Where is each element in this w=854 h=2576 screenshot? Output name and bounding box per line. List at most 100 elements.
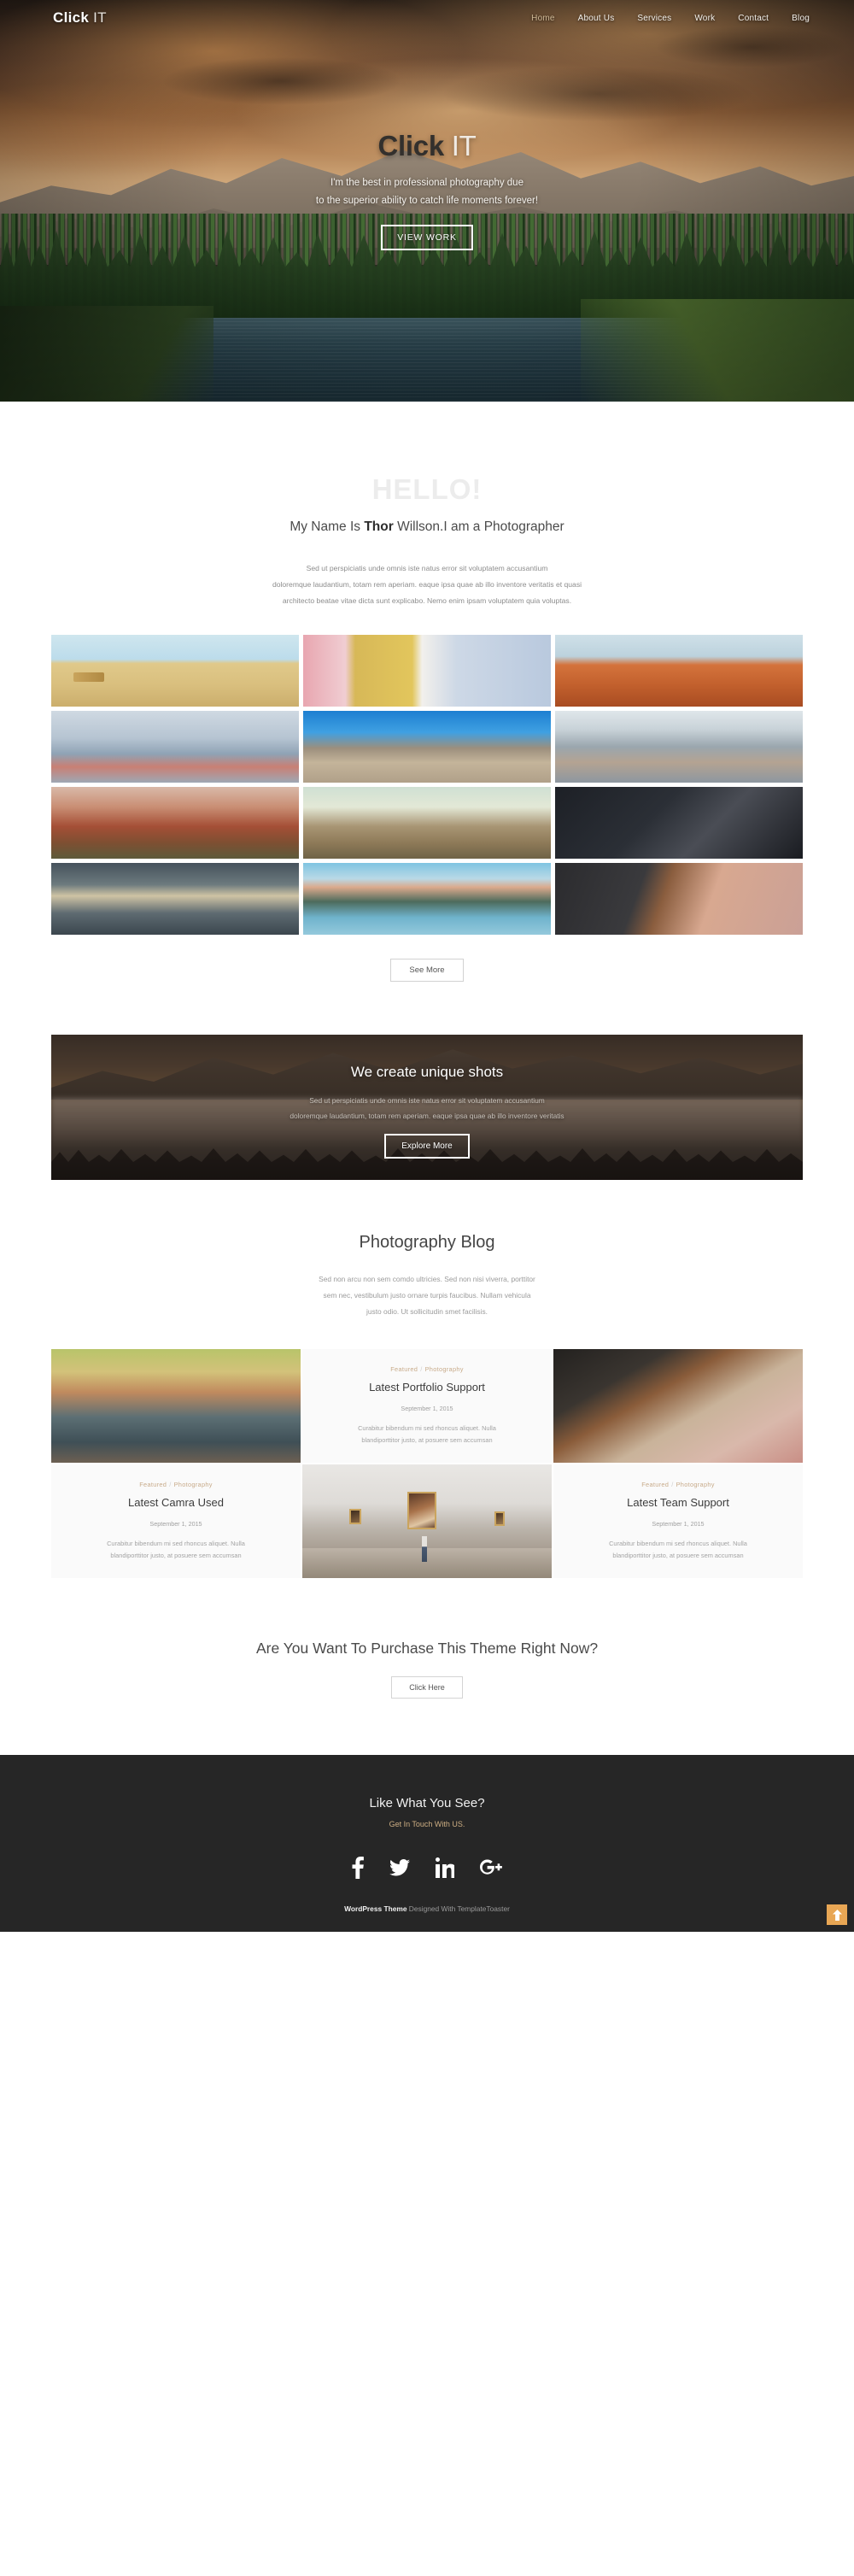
gallery-item-person-jumping-on-mountain[interactable]	[303, 787, 551, 859]
blog-image-child-on-shoulders-street-crowd[interactable]	[51, 1349, 301, 1463]
footer-credit-bold: WordPress Theme	[344, 1904, 407, 1913]
blog-category: Featured / Photography	[390, 1365, 464, 1373]
blog-category-featured[interactable]: Featured	[139, 1481, 167, 1488]
blog-post-excerpt-line1: Curabitur bibendum mi sed rhoncus alique…	[107, 1540, 245, 1547]
logo-light-text: IT	[89, 9, 107, 26]
footer-subtitle[interactable]: Get In Touch With US.	[0, 1820, 854, 1828]
about-section: HELLO! My Name Is Thor Willson.I am a Ph…	[0, 402, 854, 609]
gallery-item-fashion-model-fur-collar[interactable]	[555, 787, 803, 859]
nav-item-services[interactable]: Services	[637, 14, 671, 23]
parallax-paragraph-line1: Sed ut perspiciatis unde omnis iste natu…	[309, 1096, 545, 1105]
blog-category: Featured / Photography	[641, 1481, 715, 1488]
blog-post-excerpt: Curabitur bibendum mi sed rhoncus alique…	[107, 1538, 245, 1562]
footer-credit-rest: Designed With TemplateToaster	[407, 1904, 510, 1913]
nav-item-home[interactable]: Home	[531, 14, 554, 23]
see-more-button[interactable]: See More	[390, 959, 464, 982]
about-paragraph: Sed ut perspiciatis unde omnis iste natu…	[128, 560, 726, 609]
about-name-line: My Name Is Thor Willson.I am a Photograp…	[0, 519, 854, 535]
hero-title-light: IT	[443, 130, 477, 161]
nav-item-blog[interactable]: Blog	[792, 14, 810, 23]
footer-credit: WordPress Theme Designed With TemplateTo…	[0, 1904, 854, 1913]
blog-category-separator: /	[671, 1481, 674, 1488]
painting-frame-center	[407, 1491, 437, 1529]
gallery-item-sunset-over-mountain-lake[interactable]	[51, 863, 299, 935]
gallery-item-backpacker-walking-busy-street[interactable]	[555, 711, 803, 783]
nav-item-contact[interactable]: Contact	[738, 14, 769, 23]
painting-frame-left	[349, 1508, 362, 1524]
hero-banner: Click IT Home About Us Services Work Con…	[0, 0, 854, 402]
blog-post-excerpt-line2: blandiporttitor justo, at posuere sem ac…	[361, 1436, 493, 1444]
gallery-item-photographer-holding-camera-suit[interactable]	[555, 863, 803, 935]
blog-header: Photography Blog Sed non arcu non sem co…	[0, 1180, 854, 1320]
blog-category-photography[interactable]: Photography	[676, 1481, 715, 1488]
blog-post-heading[interactable]: Latest Team Support	[627, 1496, 729, 1509]
blog-post-heading[interactable]: Latest Camra Used	[128, 1496, 224, 1509]
gallery-item-hands-forming-heart-denim[interactable]	[303, 635, 551, 707]
nav-links: Home About Us Services Work Contact Blog	[531, 14, 810, 23]
gallery-item-person-on-red-rock-canyon[interactable]	[555, 635, 803, 707]
blog-category-featured[interactable]: Featured	[390, 1365, 418, 1373]
scroll-to-top-button[interactable]	[827, 1904, 847, 1925]
hero-subtitle-line2: to the superior ability to catch life mo…	[315, 196, 539, 206]
gallery-section: See More	[0, 635, 854, 982]
gallery-item-color-run-festival-runners[interactable]	[51, 711, 299, 783]
parallax-paragraph-line2: doloremque laudantium, totam rem aperiam…	[290, 1112, 564, 1120]
blog-grid: Featured / Photography Latest Portfolio Su…	[51, 1349, 803, 1578]
view-work-button[interactable]: VIEW WORK	[381, 225, 473, 250]
about-paragraph-line1: Sed ut perspiciatis unde omnis iste natu…	[306, 564, 548, 572]
blog-post-excerpt-line1: Curabitur bibendum mi sed rhoncus alique…	[358, 1424, 496, 1432]
click-here-button[interactable]: Click Here	[391, 1676, 463, 1699]
about-name-pre: My Name Is	[290, 519, 365, 534]
blog-category-separator: /	[420, 1365, 423, 1373]
gallery-item-man-facing-reflective-lake[interactable]	[303, 863, 551, 935]
blog-image-man-in-suit-holding-camera[interactable]	[553, 1349, 803, 1463]
hero-title: Click IT	[378, 130, 477, 162]
arrow-up-icon	[832, 1909, 842, 1921]
nav-item-work[interactable]: Work	[694, 14, 715, 23]
blog-card-latest-team-support[interactable]: Featured / Photography Latest Team Support…	[553, 1464, 803, 1578]
linkedin-icon[interactable]	[436, 1857, 454, 1878]
blog-card-latest-portfolio-support[interactable]: Featured / Photography Latest Portfolio Su…	[302, 1349, 552, 1463]
blog-section: Photography Blog Sed non arcu non sem co…	[0, 1180, 854, 1578]
blog-category-photography[interactable]: Photography	[174, 1481, 213, 1488]
blog-post-excerpt: Curabitur bibendum mi sed rhoncus alique…	[358, 1423, 496, 1446]
blog-post-date: September 1, 2015	[401, 1405, 453, 1412]
footer-title: Like What You See?	[369, 1796, 485, 1810]
blog-category: Featured / Photography	[139, 1481, 213, 1488]
blog-post-date: September 1, 2015	[149, 1520, 202, 1528]
social-links	[0, 1857, 854, 1879]
blog-card-latest-camra-used[interactable]: Featured / Photography Latest Camra Used S…	[51, 1464, 301, 1578]
blog-post-excerpt-line2: blandiporttitor justo, at posuere sem ac…	[612, 1552, 744, 1559]
blog-category-separator: /	[169, 1481, 172, 1488]
blog-post-excerpt-line1: Curabitur bibendum mi sed rhoncus alique…	[609, 1540, 747, 1547]
nav-item-about-us[interactable]: About Us	[578, 14, 615, 23]
about-paragraph-line3: architecto beatae vitae dicta sunt expli…	[282, 596, 572, 605]
site-logo[interactable]: Click IT	[53, 9, 107, 26]
gallery-item-autumn-forest-red-leaves[interactable]	[51, 787, 299, 859]
gallery-item-hay-bales-tractor-wheat-field[interactable]	[51, 635, 299, 707]
parallax-paragraph: Sed ut perspiciatis unde omnis iste natu…	[154, 1093, 700, 1124]
blog-category-featured[interactable]: Featured	[641, 1481, 669, 1488]
blog-post-heading[interactable]: Latest Portfolio Support	[369, 1381, 485, 1394]
see-more-wrapper: See More	[0, 959, 854, 982]
parallax-section: We create unique shots Sed ut perspiciat…	[51, 1035, 803, 1180]
twitter-icon[interactable]	[389, 1859, 410, 1876]
blog-post-date: September 1, 2015	[652, 1520, 705, 1528]
gallery-item-three-people-sitting-on-cliff[interactable]	[303, 711, 551, 783]
hello-heading: HELLO!	[371, 473, 483, 505]
about-name-bold: Thor	[364, 519, 394, 534]
explore-more-button[interactable]: Explore More	[384, 1134, 470, 1159]
top-navigation: Click IT Home About Us Services Work Con…	[0, 0, 854, 36]
blog-title: Photography Blog	[359, 1233, 495, 1252]
blog-subtitle: Sed non arcu non sem comdo ultricies. Se…	[188, 1271, 666, 1320]
facebook-icon[interactable]	[352, 1857, 364, 1879]
blog-post-excerpt-line2: blandiporttitor justo, at posuere sem ac…	[110, 1552, 242, 1559]
logo-bold-text: Click	[53, 9, 90, 26]
painting-frame-right	[494, 1511, 505, 1526]
blog-category-photography[interactable]: Photography	[425, 1365, 464, 1373]
googleplus-icon[interactable]	[480, 1858, 502, 1877]
blog-image-woman-viewing-paintings-in-gallery[interactable]	[302, 1464, 552, 1578]
hero-title-bold: Click	[377, 130, 445, 161]
about-name-post: Willson.I am a Photographer	[393, 519, 564, 534]
blog-subtitle-line2: sem nec, vestibulum justo ornare turpis …	[323, 1291, 531, 1300]
